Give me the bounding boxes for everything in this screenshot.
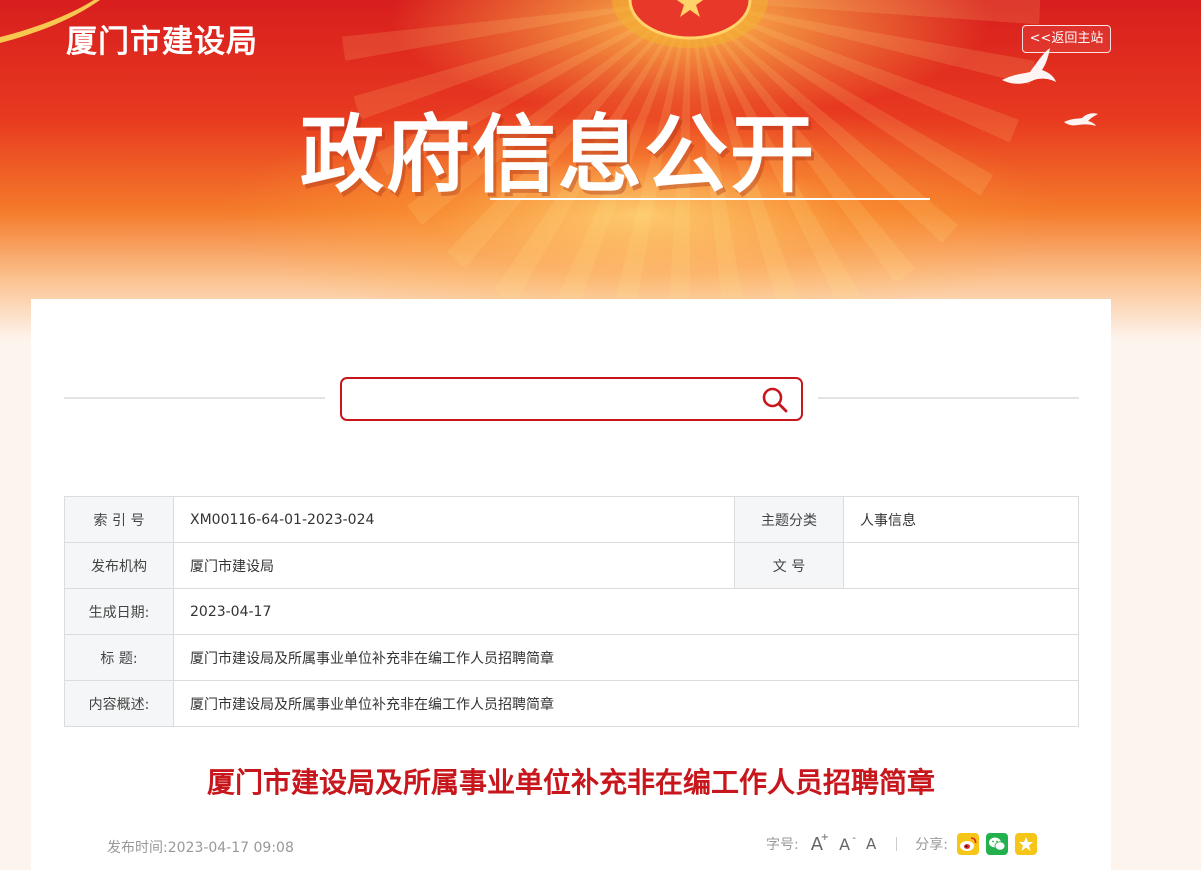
table-row: 生成日期: 2023-04-17: [64, 588, 1079, 635]
table-row: 发布机构 厦门市建设局 文 号: [64, 542, 1079, 589]
search-input[interactable]: [340, 377, 803, 421]
font-size-small-button[interactable]: A: [866, 835, 876, 853]
wechat-icon[interactable]: [986, 833, 1008, 855]
tools-divider: [896, 837, 898, 851]
document-number-value: [843, 542, 1079, 589]
hero-title: 政府信息公开: [300, 106, 817, 204]
dove-icon: [1002, 48, 1056, 84]
hero-underline: [490, 198, 930, 200]
document-info-table: 索 引 号 XM00116-64-01-2023-024 主题分类 人事信息 发…: [64, 496, 1079, 727]
site-title[interactable]: 厦门市建设局: [66, 16, 258, 61]
qzone-icon[interactable]: [1015, 833, 1037, 855]
share-label: 分享:: [915, 837, 948, 853]
search-divider-right: [818, 397, 1079, 399]
search-icon[interactable]: [761, 386, 789, 414]
content-card: 索 引 号 XM00116-64-01-2023-024 主题分类 人事信息 发…: [31, 299, 1111, 870]
header-banner: 厦门市建设局 <<返回主站 政府信息公开: [0, 0, 1201, 340]
article-meta-row: 发布时间:2023-04-17 09:08 字号: A + A- A 分享:: [107, 832, 1037, 859]
search-divider-left: [64, 397, 325, 399]
publishing-org-label: 发布机构: [64, 542, 174, 589]
table-row: 索 引 号 XM00116-64-01-2023-024 主题分类 人事信息: [64, 496, 1079, 543]
generation-date-label: 生成日期:: [64, 588, 174, 635]
index-number-value: XM00116-64-01-2023-024: [173, 496, 735, 543]
summary-label: 内容概述:: [64, 680, 174, 727]
summary-value: 厦门市建设局及所属事业单位补充非在编工作人员招聘简章: [173, 680, 1079, 727]
title-value: 厦门市建设局及所属事业单位补充非在编工作人员招聘简章: [173, 634, 1079, 681]
topic-category-value: 人事信息: [843, 496, 1079, 543]
publish-time: 发布时间:2023-04-17 09:08: [107, 840, 294, 856]
national-emblem-icon: [612, 0, 768, 48]
index-number-label: 索 引 号: [64, 496, 174, 543]
generation-date-value: 2023-04-17: [173, 588, 1079, 635]
dove-small-icon: [1064, 113, 1098, 126]
font-size-label: 字号:: [766, 837, 799, 853]
article-tools: 字号: A + A- A 分享:: [766, 832, 1037, 855]
weibo-icon[interactable]: [957, 833, 979, 855]
font-size-large-button[interactable]: A +: [811, 832, 829, 855]
article-title: 厦门市建设局及所属事业单位补充非在编工作人员招聘简章: [206, 766, 935, 799]
publishing-org-value: 厦门市建设局: [173, 542, 735, 589]
font-size-medium-button[interactable]: A-: [839, 833, 856, 854]
topic-category-label: 主题分类: [734, 496, 844, 543]
table-row: 标 题: 厦门市建设局及所属事业单位补充非在编工作人员招聘简章: [64, 634, 1079, 681]
title-label: 标 题:: [64, 634, 174, 681]
document-number-label: 文 号: [734, 542, 844, 589]
table-row: 内容概述: 厦门市建设局及所属事业单位补充非在编工作人员招聘简章: [64, 680, 1079, 727]
